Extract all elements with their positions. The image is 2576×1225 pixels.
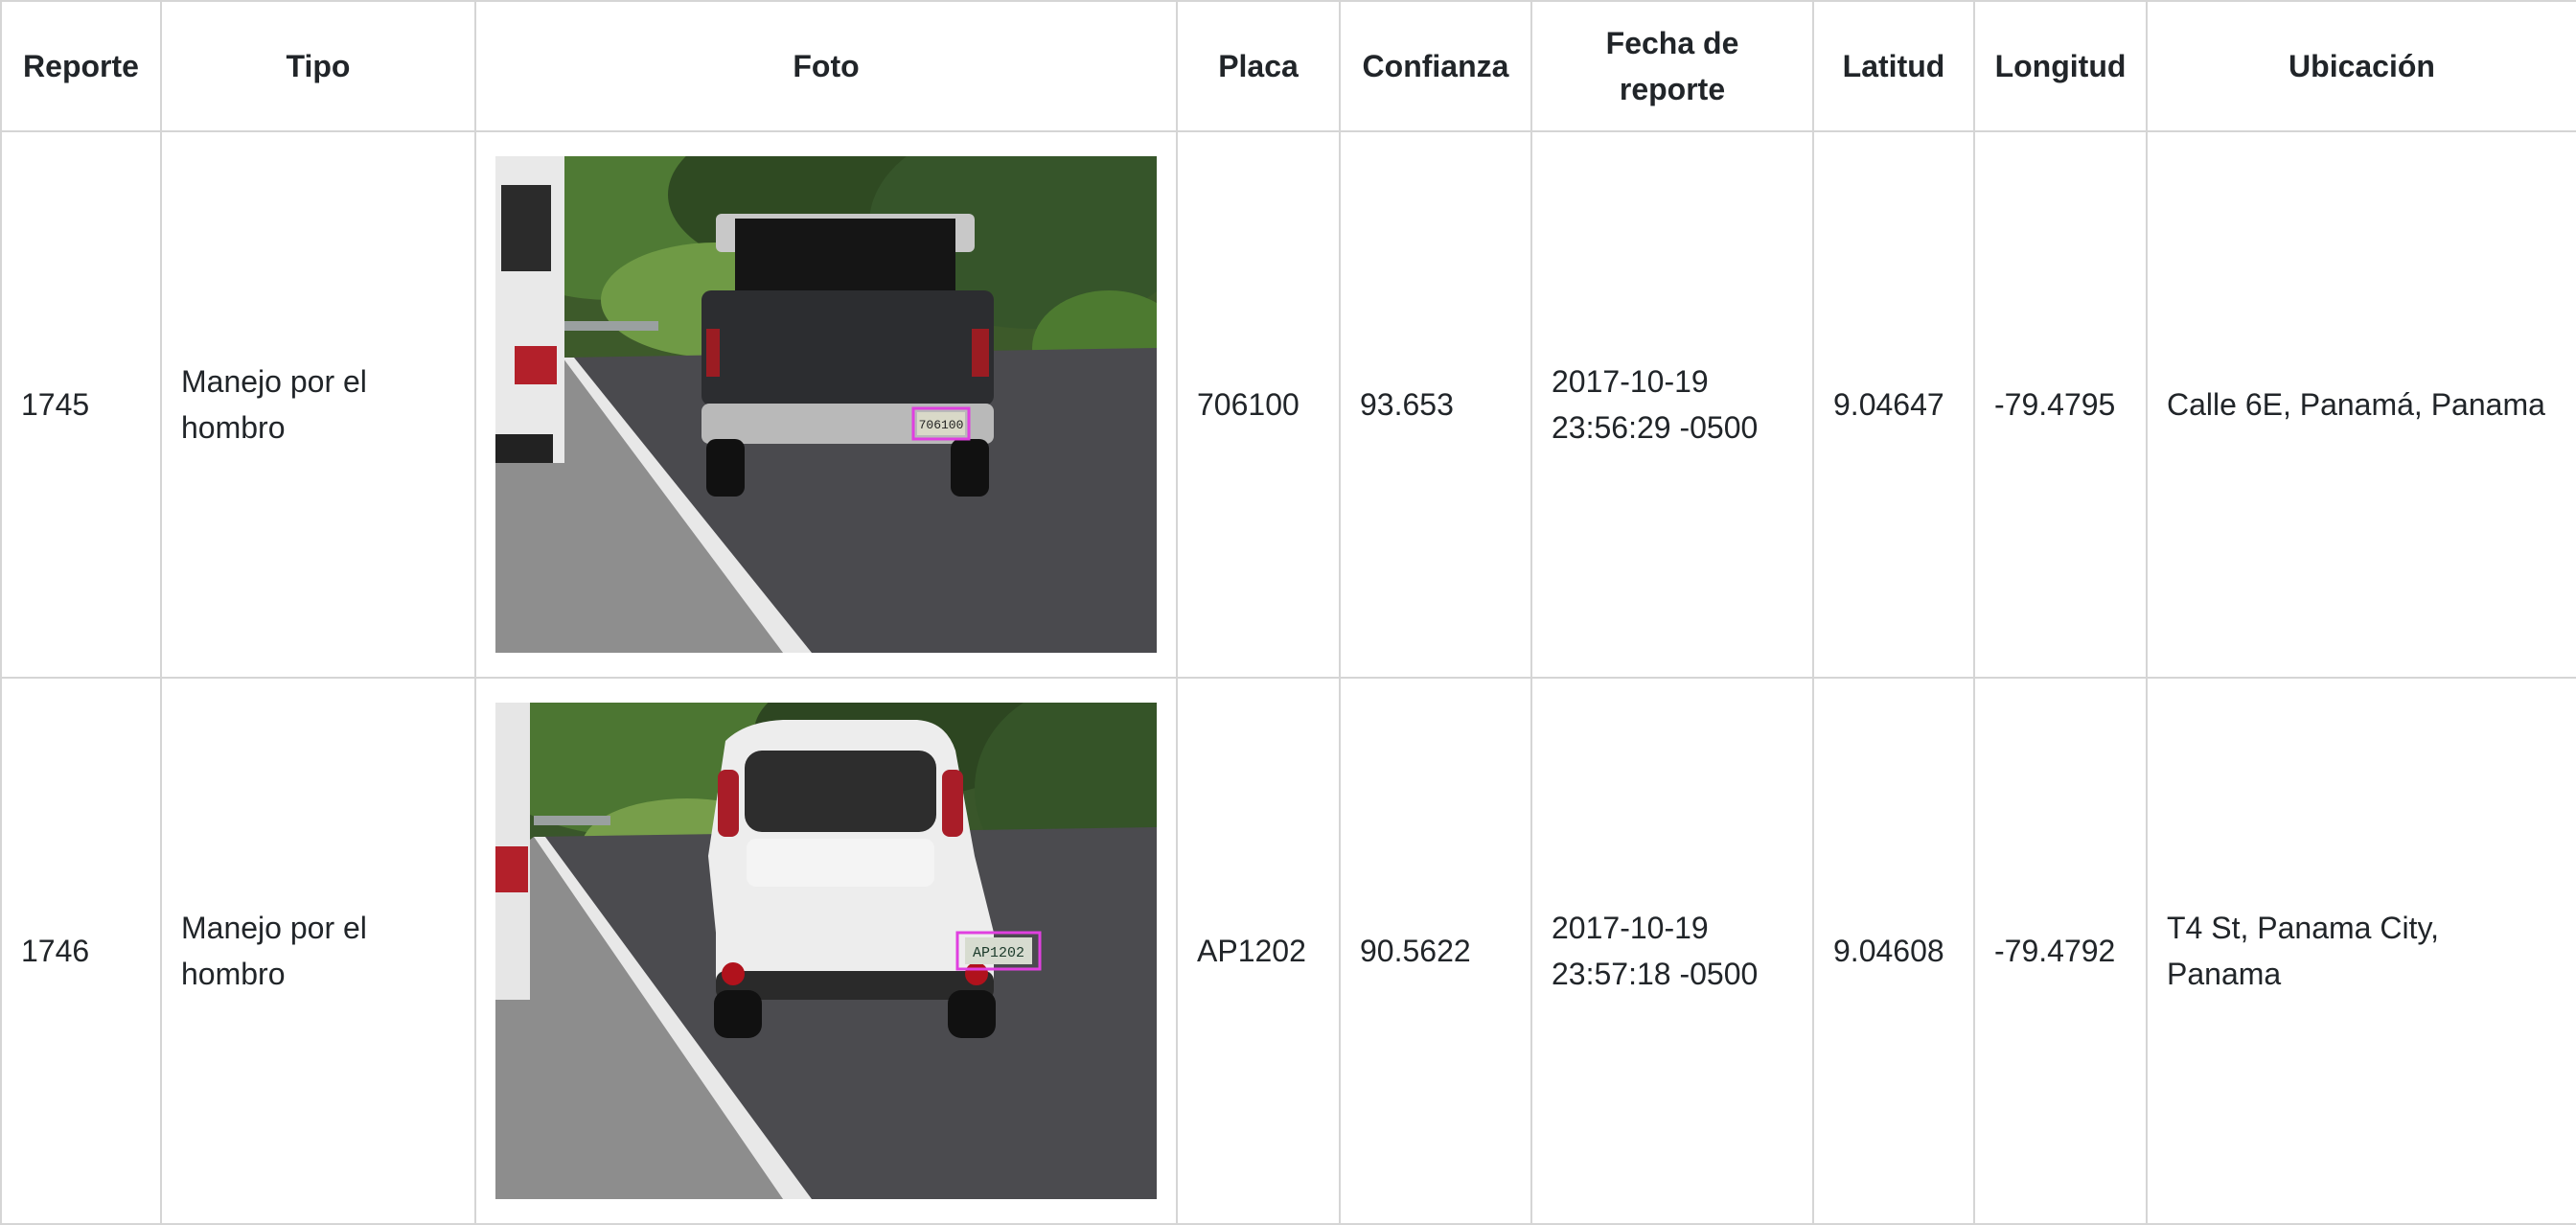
cell-reporte: 1746 [0, 677, 162, 1225]
cell-tipo: Manejo por el hombro [160, 677, 476, 1225]
reports-table: Reporte Tipo Foto Placa Confianza Fecha … [0, 0, 2576, 1225]
cell-latitud: 9.04608 [1812, 677, 1975, 1225]
fecha-time: 23:57:18 -0500 [1552, 957, 1759, 991]
cell-ubicacion: T4 St, Panama City, Panama [2146, 677, 2576, 1225]
header-row: Reporte Tipo Foto Placa Confianza Fecha … [0, 0, 2576, 132]
photo-plate-text: 706100 [919, 418, 964, 432]
header-foto: Foto [474, 0, 1178, 132]
table-row: 1745 Manejo por el hombro 706100 706100 … [0, 130, 2576, 679]
fecha-time: 23:56:29 -0500 [1552, 410, 1759, 445]
cell-fecha: 2017-10-19 23:57:18 -0500 [1530, 677, 1814, 1225]
cell-confianza: 93.653 [1339, 130, 1532, 679]
pickup-truck-photo-graphic: 706100 [495, 156, 1157, 653]
header-reporte: Reporte [0, 0, 162, 132]
cell-placa: 706100 [1176, 130, 1341, 679]
cell-foto: 706100 [474, 130, 1178, 679]
cell-fecha: 2017-10-19 23:56:29 -0500 [1530, 130, 1814, 679]
fecha-date: 2017-10-19 [1552, 364, 1709, 399]
cell-reporte: 1745 [0, 130, 162, 679]
pickup-truck-photo[interactable]: 706100 [495, 156, 1157, 653]
photo-plate-text: AP1202 [973, 945, 1024, 961]
table-row: 1746 Manejo por el hombro AP1202 AP1202 … [0, 677, 2576, 1225]
white-hatchback-photo[interactable]: AP1202 [495, 703, 1157, 1199]
header-longitud: Longitud [1973, 0, 2148, 132]
header-placa: Placa [1176, 0, 1341, 132]
fecha-date: 2017-10-19 [1552, 911, 1709, 945]
white-hatchback-photo-graphic: AP1202 [495, 703, 1157, 1199]
cell-latitud: 9.04647 [1812, 130, 1975, 679]
cell-confianza: 90.5622 [1339, 677, 1532, 1225]
cell-foto: AP1202 [474, 677, 1178, 1225]
header-ubicacion: Ubicación [2146, 0, 2576, 132]
cell-longitud: -79.4792 [1973, 677, 2148, 1225]
header-fecha: Fecha de reporte [1530, 0, 1814, 132]
cell-ubicacion: Calle 6E, Panamá, Panama [2146, 130, 2576, 679]
cell-placa: AP1202 [1176, 677, 1341, 1225]
cell-tipo: Manejo por el hombro [160, 130, 476, 679]
cell-longitud: -79.4795 [1973, 130, 2148, 679]
header-tipo: Tipo [160, 0, 476, 132]
header-latitud: Latitud [1812, 0, 1975, 132]
header-confianza: Confianza [1339, 0, 1532, 132]
